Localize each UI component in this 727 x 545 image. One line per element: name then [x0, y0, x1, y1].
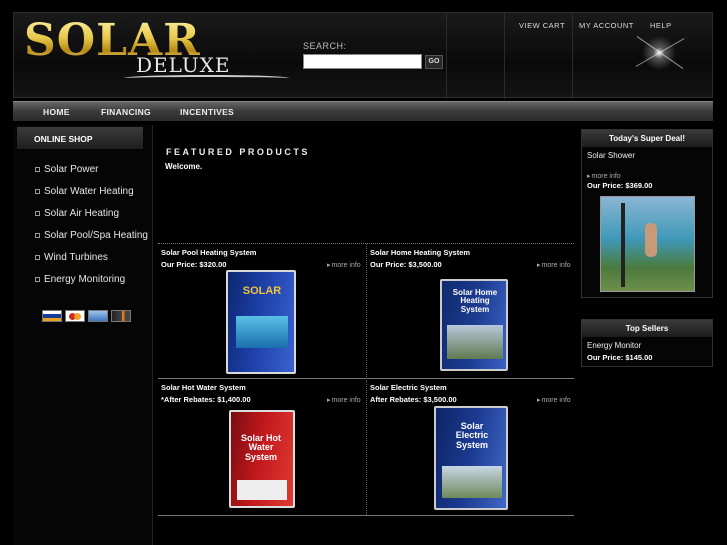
left-sidebar: ONLINE SHOP Solar Power Solar Water Heat… — [13, 125, 153, 545]
welcome-text: Welcome. — [165, 162, 203, 171]
top-seller-price: Our Price: $145.00 — [587, 353, 653, 362]
logo-swoosh — [124, 75, 289, 81]
product-photo — [237, 480, 287, 500]
product-name[interactable]: Solar Hot Water System — [161, 383, 246, 392]
product-price: *After Rebates: $1,400.00 — [161, 395, 251, 404]
product-name[interactable]: Solar Electric System — [370, 383, 447, 392]
nav-home[interactable]: HOME — [43, 107, 70, 117]
product-price: Our Price: $320.00 — [161, 260, 227, 269]
site-header: SOLAR DELUXE SEARCH: GO VIEW CART MY ACC… — [13, 12, 713, 99]
sidebar-item-label: Wind Turbines — [44, 252, 108, 263]
divider — [366, 244, 367, 515]
divider — [158, 515, 574, 516]
discover-icon — [111, 310, 131, 322]
view-cart-link[interactable]: VIEW CART — [519, 21, 565, 30]
search-go-button[interactable]: GO — [425, 55, 443, 69]
amex-icon — [88, 310, 108, 322]
deal-product-name[interactable]: Solar Shower — [587, 151, 635, 160]
more-info-link[interactable]: more info — [327, 396, 361, 404]
header-divider — [446, 13, 447, 99]
sidebar-item-label: Energy Monitoring — [44, 274, 126, 285]
shower-pole — [621, 203, 625, 287]
sidebar-item-label: Solar Power — [44, 164, 99, 175]
product-box-label: Solar Electric System — [455, 421, 489, 450]
bullet-icon — [35, 233, 40, 238]
top-seller-name[interactable]: Energy Monitor — [587, 341, 641, 350]
more-info-link[interactable]: more info — [537, 396, 571, 404]
help-link[interactable]: HELP — [650, 21, 672, 30]
logo-deluxe-text: DELUXE — [136, 53, 231, 77]
bullet-icon — [35, 211, 40, 216]
bullet-icon — [35, 167, 40, 172]
product-price: Our Price: $3,500.00 — [370, 260, 442, 269]
bullet-icon — [35, 255, 40, 260]
product-price: After Rebates: $3,500.00 — [370, 395, 457, 404]
house-photo — [442, 466, 502, 498]
person-figure — [645, 223, 657, 257]
deal-price: Our Price: $369.00 — [587, 181, 653, 190]
search-input[interactable] — [303, 54, 422, 69]
product-image[interactable]: SOLAR — [226, 270, 296, 374]
sidebar-item-label: Solar Pool/Spa Heating — [44, 230, 148, 241]
nav-financing[interactable]: FINANCING — [101, 107, 151, 117]
product-box-label: Solar Home Heating System — [452, 288, 498, 314]
product-box-label: SOLAR — [242, 285, 282, 297]
pool-photo — [236, 316, 288, 348]
product-image[interactable]: Solar Hot Water System — [229, 410, 295, 508]
bullet-icon — [35, 277, 40, 282]
solar-shower-image[interactable] — [600, 196, 695, 292]
bullet-icon — [35, 189, 40, 194]
online-shop-heading: ONLINE SHOP — [17, 127, 143, 149]
product-name[interactable]: Solar Pool Heating System — [161, 248, 256, 257]
top-sellers-heading: Top Sellers — [582, 320, 712, 337]
product-name[interactable]: Solar Home Heating System — [370, 248, 470, 257]
sidebar-item-label: Solar Water Heating — [44, 186, 134, 197]
nav-incentives[interactable]: INCENTIVES — [180, 107, 234, 117]
super-deal-panel: Today's Super Deal! Solar Shower more in… — [581, 129, 713, 298]
visa-icon — [42, 310, 62, 322]
search-label: SEARCH: — [303, 41, 347, 51]
more-info-link[interactable]: more info — [587, 172, 621, 180]
super-deal-heading: Today's Super Deal! — [582, 130, 712, 147]
mastercard-icon — [65, 310, 85, 322]
house-photo — [447, 325, 503, 359]
header-divider — [572, 13, 573, 99]
my-account-link[interactable]: MY ACCOUNT — [579, 21, 634, 30]
product-image[interactable]: Solar Home Heating System — [440, 279, 508, 371]
product-box-label: Solar Hot Water System — [240, 433, 281, 462]
more-info-link[interactable]: more info — [327, 261, 361, 269]
more-info-link[interactable]: more info — [537, 261, 571, 269]
sidebar-item-label: Solar Air Heating — [44, 208, 120, 219]
featured-products-heading: FEATURED PRODUCTS — [166, 147, 310, 157]
main-nav: HOME FINANCING INCENTIVES — [13, 101, 713, 121]
top-sellers-panel: Top Sellers Energy Monitor Our Price: $1… — [581, 319, 713, 367]
header-divider — [504, 13, 505, 99]
site-logo[interactable]: SOLAR DELUXE — [24, 15, 294, 93]
product-image[interactable]: Solar Electric System — [434, 406, 508, 510]
